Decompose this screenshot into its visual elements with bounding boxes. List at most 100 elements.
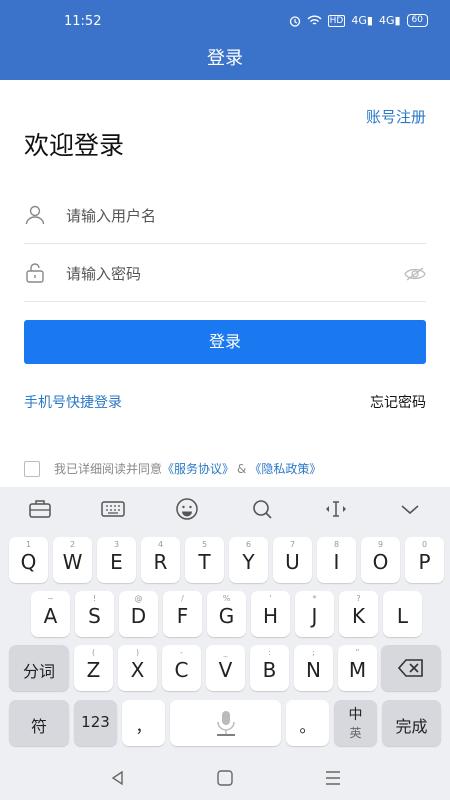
signal-2: 4G▮: [378, 14, 401, 27]
agreement-checkbox[interactable]: [24, 460, 40, 477]
key-sub-label: 0: [421, 540, 428, 549]
collapse-keyboard-icon[interactable]: [397, 497, 423, 521]
key-main-label: P: [418, 550, 431, 574]
wifi-icon: [307, 15, 322, 25]
key-main-label: V: [218, 658, 233, 682]
service-agreement-link[interactable]: 《服务协议》: [162, 460, 234, 477]
key-main-label: Y: [242, 550, 255, 574]
key-main-label: X: [130, 658, 145, 682]
menu-nav-icon[interactable]: [323, 769, 343, 787]
lang-bottom-label: 英: [349, 726, 362, 740]
page-title: 登录: [207, 48, 243, 69]
backspace-icon: [398, 659, 423, 677]
key-z[interactable]: (Z: [74, 645, 113, 691]
keyboard-toolbar: [0, 487, 450, 531]
alarm-icon: [289, 15, 300, 27]
key-a[interactable]: ~ A: [31, 591, 70, 637]
key-q[interactable]: 1Q: [9, 537, 48, 583]
space-key[interactable]: [170, 700, 281, 746]
key-k[interactable]: ? K: [339, 591, 378, 637]
login-button[interactable]: 登录: [24, 320, 426, 364]
key-l[interactable]: L: [383, 591, 422, 637]
microphone-icon: [217, 711, 235, 736]
lang-top-label: 中: [348, 707, 363, 723]
number-key[interactable]: 123: [74, 700, 117, 746]
key-sub-label: ?: [356, 594, 361, 603]
status-bar: 11:52 HD 4G▮ 4G▮ 60: [0, 0, 450, 38]
lock-icon: [26, 263, 44, 283]
password-input[interactable]: [66, 262, 386, 286]
signal-1: 4G▮: [351, 14, 373, 27]
search-icon[interactable]: [249, 497, 275, 521]
soft-keyboard: 1Q2W3E4R5T6Y7U8I9O0P ~ A! S @ D / F% G ' H * J? K L (…: [0, 487, 450, 800]
keyboard-icon[interactable]: [100, 497, 126, 521]
key-sub-label: 1: [25, 540, 32, 549]
key-sub-label: 2: [69, 540, 76, 549]
username-input[interactable]: [66, 204, 386, 228]
period-key[interactable]: 。: [286, 700, 329, 746]
key-w[interactable]: 2W: [53, 537, 92, 583]
register-link[interactable]: 账号注册: [366, 106, 426, 127]
language-switch-key[interactable]: 中 英: [334, 700, 377, 746]
cursor-icon[interactable]: [323, 497, 349, 521]
key-main-label: S: [88, 604, 101, 628]
key-main-label: H: [262, 604, 279, 628]
key-n[interactable]: ; N: [294, 645, 333, 691]
key-main-label: E: [110, 550, 123, 574]
key-main-label: N: [306, 658, 321, 682]
privacy-policy-link[interactable]: 《隐私政策》: [249, 460, 321, 477]
key-b[interactable]: :B: [250, 645, 289, 691]
key-s[interactable]: ! S: [75, 591, 114, 637]
briefcase-icon[interactable]: [27, 497, 53, 521]
key-sub-label: 7: [289, 540, 296, 549]
key-sub-label: ): [135, 648, 140, 657]
key-main-label: R: [153, 550, 168, 574]
key-main-label: J: [311, 604, 318, 628]
key-main-label: C: [174, 658, 189, 682]
key-p[interactable]: 0P: [405, 537, 444, 583]
agreement-row: 我已详细阅读并同意 《服务协议》 & 《隐私政策》: [24, 460, 321, 477]
key-o[interactable]: 9O: [361, 537, 400, 583]
phone-login-link[interactable]: 手机号快捷登录: [24, 392, 122, 412]
key-y[interactable]: 6Y: [229, 537, 268, 583]
key-g[interactable]: % G: [207, 591, 246, 637]
key-j[interactable]: * J: [295, 591, 334, 637]
key-main-label: M: [348, 658, 367, 682]
key-sub-label: ': [269, 594, 272, 603]
comma-key[interactable]: ，: [122, 700, 165, 746]
key-sub-label: _: [223, 648, 228, 657]
home-nav-icon[interactable]: [215, 769, 235, 787]
key-u[interactable]: 7U: [273, 537, 312, 583]
key-sub-label: 8: [333, 540, 340, 549]
key-sub-label: 4: [157, 540, 164, 549]
key-sub-label: (: [91, 648, 96, 657]
key-sub-label: 3: [113, 540, 120, 549]
status-icons: HD 4G▮ 4G▮ 60: [289, 14, 428, 27]
fenci-key[interactable]: 分词: [9, 645, 69, 691]
key-sub-label: %: [222, 594, 231, 603]
key-e[interactable]: 3E: [97, 537, 136, 583]
symbol-key[interactable]: 符: [9, 700, 69, 746]
key-t[interactable]: 5T: [185, 537, 224, 583]
key-v[interactable]: _ V: [206, 645, 245, 691]
key-c[interactable]: -C: [162, 645, 201, 691]
key-f[interactable]: / F: [163, 591, 202, 637]
eye-hidden-icon[interactable]: [404, 266, 426, 282]
back-nav-icon[interactable]: [108, 769, 128, 787]
key-m[interactable]: " M: [338, 645, 377, 691]
key-x[interactable]: ) X: [118, 645, 157, 691]
username-field: [24, 186, 426, 244]
system-nav-bar: [0, 756, 450, 800]
done-key[interactable]: 完成: [382, 700, 441, 746]
key-i[interactable]: 8I: [317, 537, 356, 583]
key-sub-label: ;: [312, 648, 315, 657]
key-main-label: I: [333, 550, 340, 574]
key-d[interactable]: @ D: [119, 591, 158, 637]
forgot-password-link[interactable]: 忘记密码: [370, 392, 426, 412]
backspace-key[interactable]: [381, 645, 441, 691]
key-r[interactable]: 4R: [141, 537, 180, 583]
key-main-label: D: [130, 604, 147, 628]
key-main-label: U: [285, 550, 300, 574]
emoji-icon[interactable]: [174, 497, 200, 521]
key-h[interactable]: ' H: [251, 591, 290, 637]
